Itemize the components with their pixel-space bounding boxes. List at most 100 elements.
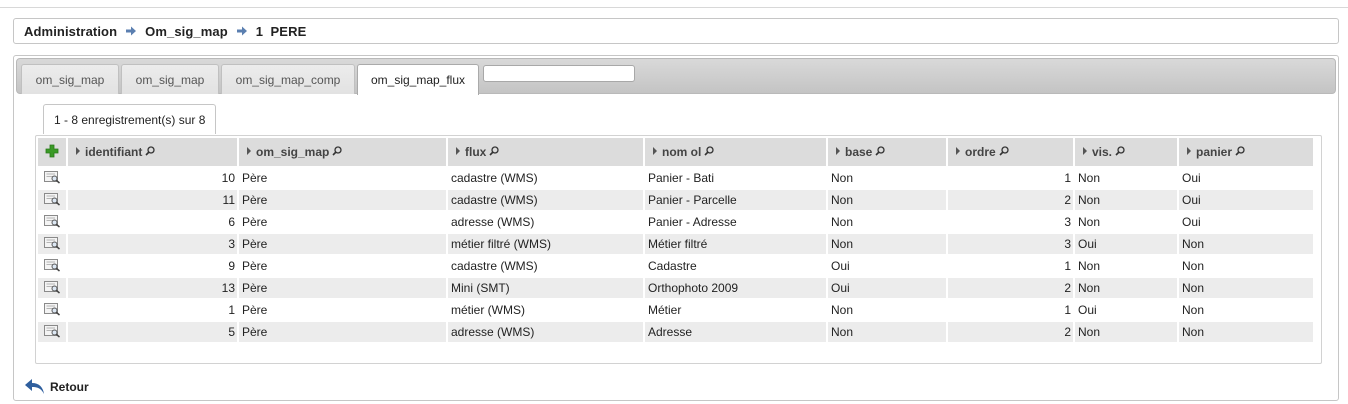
view-record-icon[interactable] xyxy=(43,302,61,319)
row-action-cell[interactable] xyxy=(38,300,66,320)
column-label: base xyxy=(845,144,873,159)
magnifier-icon[interactable] xyxy=(489,145,499,159)
cell-flux: adresse (WMS) xyxy=(448,322,643,342)
table-header-row: identifiant om_sig_map flux nom ol base … xyxy=(38,138,1313,166)
cell-vis: Non xyxy=(1078,171,1101,185)
cell-panier: Oui xyxy=(1179,190,1313,210)
cell-panier: Non xyxy=(1179,234,1313,254)
column-header-vis[interactable]: vis. xyxy=(1075,138,1177,166)
cell-vis: Non xyxy=(1078,259,1101,273)
magnifier-icon[interactable] xyxy=(1115,145,1125,159)
cell-nom-ol: Cadastre xyxy=(648,259,697,273)
column-label: identifiant xyxy=(85,144,143,159)
view-record-icon[interactable] xyxy=(43,214,61,231)
table-row: 10 Père cadastre (WMS) Panier - Bati Non 1 Non… xyxy=(38,168,1313,188)
view-record-icon[interactable] xyxy=(43,192,61,209)
view-record-icon[interactable] xyxy=(43,258,61,275)
magnifier-icon[interactable] xyxy=(875,145,886,159)
cell-flux: métier filtré (WMS) xyxy=(448,234,643,254)
column-label: nom ol xyxy=(662,144,702,159)
sort-triangle-icon xyxy=(836,147,840,156)
back-arrow-icon[interactable] xyxy=(23,376,47,398)
cell-ordre: 1 xyxy=(1064,171,1071,185)
column-header-base[interactable]: base xyxy=(828,138,946,166)
magnifier-icon[interactable] xyxy=(704,145,714,159)
column-label: om_sig_map xyxy=(256,144,330,159)
table-row: 5 Père adresse (WMS) Adresse Non 2 Non Non xyxy=(38,322,1313,342)
view-record-icon[interactable] xyxy=(43,280,61,297)
tab-search-input[interactable] xyxy=(483,65,635,82)
column-header-panier[interactable]: panier xyxy=(1179,138,1313,166)
breadcrumb: Administration Om_sig_map 1 PERE xyxy=(13,18,1339,44)
sort-triangle-icon xyxy=(76,147,80,156)
cell-identifiant: 5 xyxy=(68,322,237,342)
magnifier-icon[interactable] xyxy=(999,145,1009,159)
row-action-cell[interactable] xyxy=(38,212,66,232)
cell-identifiant: 6 xyxy=(228,215,235,229)
row-action-cell[interactable] xyxy=(38,322,66,342)
table-row: 6 Père adresse (WMS) Panier - Adresse Non 3 No… xyxy=(38,212,1313,232)
row-action-cell[interactable] xyxy=(38,234,66,254)
sort-triangle-icon xyxy=(1187,147,1191,156)
row-action-cell[interactable] xyxy=(38,190,66,210)
cell-om-sig_map: Père xyxy=(239,234,446,254)
cell-identifiant: 1 xyxy=(228,303,235,317)
magnifier-icon[interactable] xyxy=(1235,145,1245,159)
breadcrumb-item-administration[interactable]: Administration xyxy=(24,24,117,39)
sort-triangle-icon xyxy=(956,147,960,156)
back-label[interactable]: Retour xyxy=(50,380,89,394)
tab-om-sig-map-comp[interactable]: om_sig_map_comp xyxy=(221,64,355,94)
magnifier-icon[interactable] xyxy=(145,145,155,159)
view-record-icon[interactable] xyxy=(43,324,61,341)
column-header-om-sig-map[interactable]: om_sig_map xyxy=(239,138,446,166)
row-action-cell[interactable] xyxy=(38,278,66,298)
cell-ordre: 1 xyxy=(1064,303,1071,317)
sort-triangle-icon xyxy=(1083,147,1087,156)
cell-flux: cadastre (WMS) xyxy=(448,190,643,210)
cell-flux: métier (WMS) xyxy=(451,303,525,317)
row-action-cell[interactable] xyxy=(38,168,66,188)
cell-ordre: 2 xyxy=(948,278,1073,298)
cell-om-sig_map: Père xyxy=(242,215,268,229)
sort-triangle-icon xyxy=(653,147,657,156)
cell-ordre: 3 xyxy=(1064,215,1071,229)
column-header-flux[interactable]: flux xyxy=(448,138,643,166)
cell-panier: Non xyxy=(1179,278,1313,298)
cell-panier: Non xyxy=(1182,303,1205,317)
breadcrumb-item-om-sig-map[interactable]: Om_sig_map xyxy=(145,24,228,39)
cell-ordre: 2 xyxy=(948,190,1073,210)
cell-base: Non xyxy=(828,234,946,254)
sort-triangle-icon xyxy=(247,147,251,156)
cell-nom-ol: Panier - Parcelle xyxy=(645,190,826,210)
cell-flux: Mini (SMT) xyxy=(448,278,643,298)
pagination-info: 1 - 8 enregistrement(s) sur 8 xyxy=(43,104,217,134)
tab-om-sig-map-1[interactable]: om_sig_map xyxy=(21,64,119,94)
cell-base: Non xyxy=(831,303,854,317)
cell-nom-ol: Métier filtré xyxy=(645,234,826,254)
table-row: 11 Père cadastre (WMS) Panier - Parcelle Non… xyxy=(38,190,1313,210)
arrow-right-icon xyxy=(236,25,248,37)
cell-panier: Oui xyxy=(1182,171,1201,185)
cell-ordre: 3 xyxy=(948,234,1073,254)
column-header-ordre[interactable]: ordre xyxy=(948,138,1073,166)
cell-om-sig_map: Père xyxy=(242,171,268,185)
plus-icon[interactable] xyxy=(45,144,59,161)
cell-base: Non xyxy=(828,190,946,210)
back-button[interactable]: Retour xyxy=(23,376,89,398)
table-row: 9 Père cadastre (WMS) Cadastre Oui 1 Non Non xyxy=(38,256,1313,276)
row-action-cell[interactable] xyxy=(38,256,66,276)
cell-identifiant: 9 xyxy=(228,259,235,273)
view-record-icon[interactable] xyxy=(43,170,61,187)
column-header-identifiant[interactable]: identifiant xyxy=(68,138,237,166)
tab-om-sig-map-flux[interactable]: om_sig_map_flux xyxy=(357,64,479,95)
column-header-nom-ol[interactable]: nom ol xyxy=(645,138,826,166)
magnifier-icon[interactable] xyxy=(332,145,343,159)
view-record-icon[interactable] xyxy=(43,236,61,253)
add-record-cell[interactable] xyxy=(38,138,66,166)
content-panel: om_sig_map om_sig_map om_sig_map_comp om… xyxy=(13,55,1339,401)
cell-nom-ol: Panier - Bati xyxy=(648,171,715,185)
cell-identifiant: 13 xyxy=(68,278,237,298)
tab-om-sig-map-2[interactable]: om_sig_map xyxy=(121,64,219,94)
cell-flux: adresse (WMS) xyxy=(451,215,535,229)
cell-vis: Non xyxy=(1075,190,1177,210)
